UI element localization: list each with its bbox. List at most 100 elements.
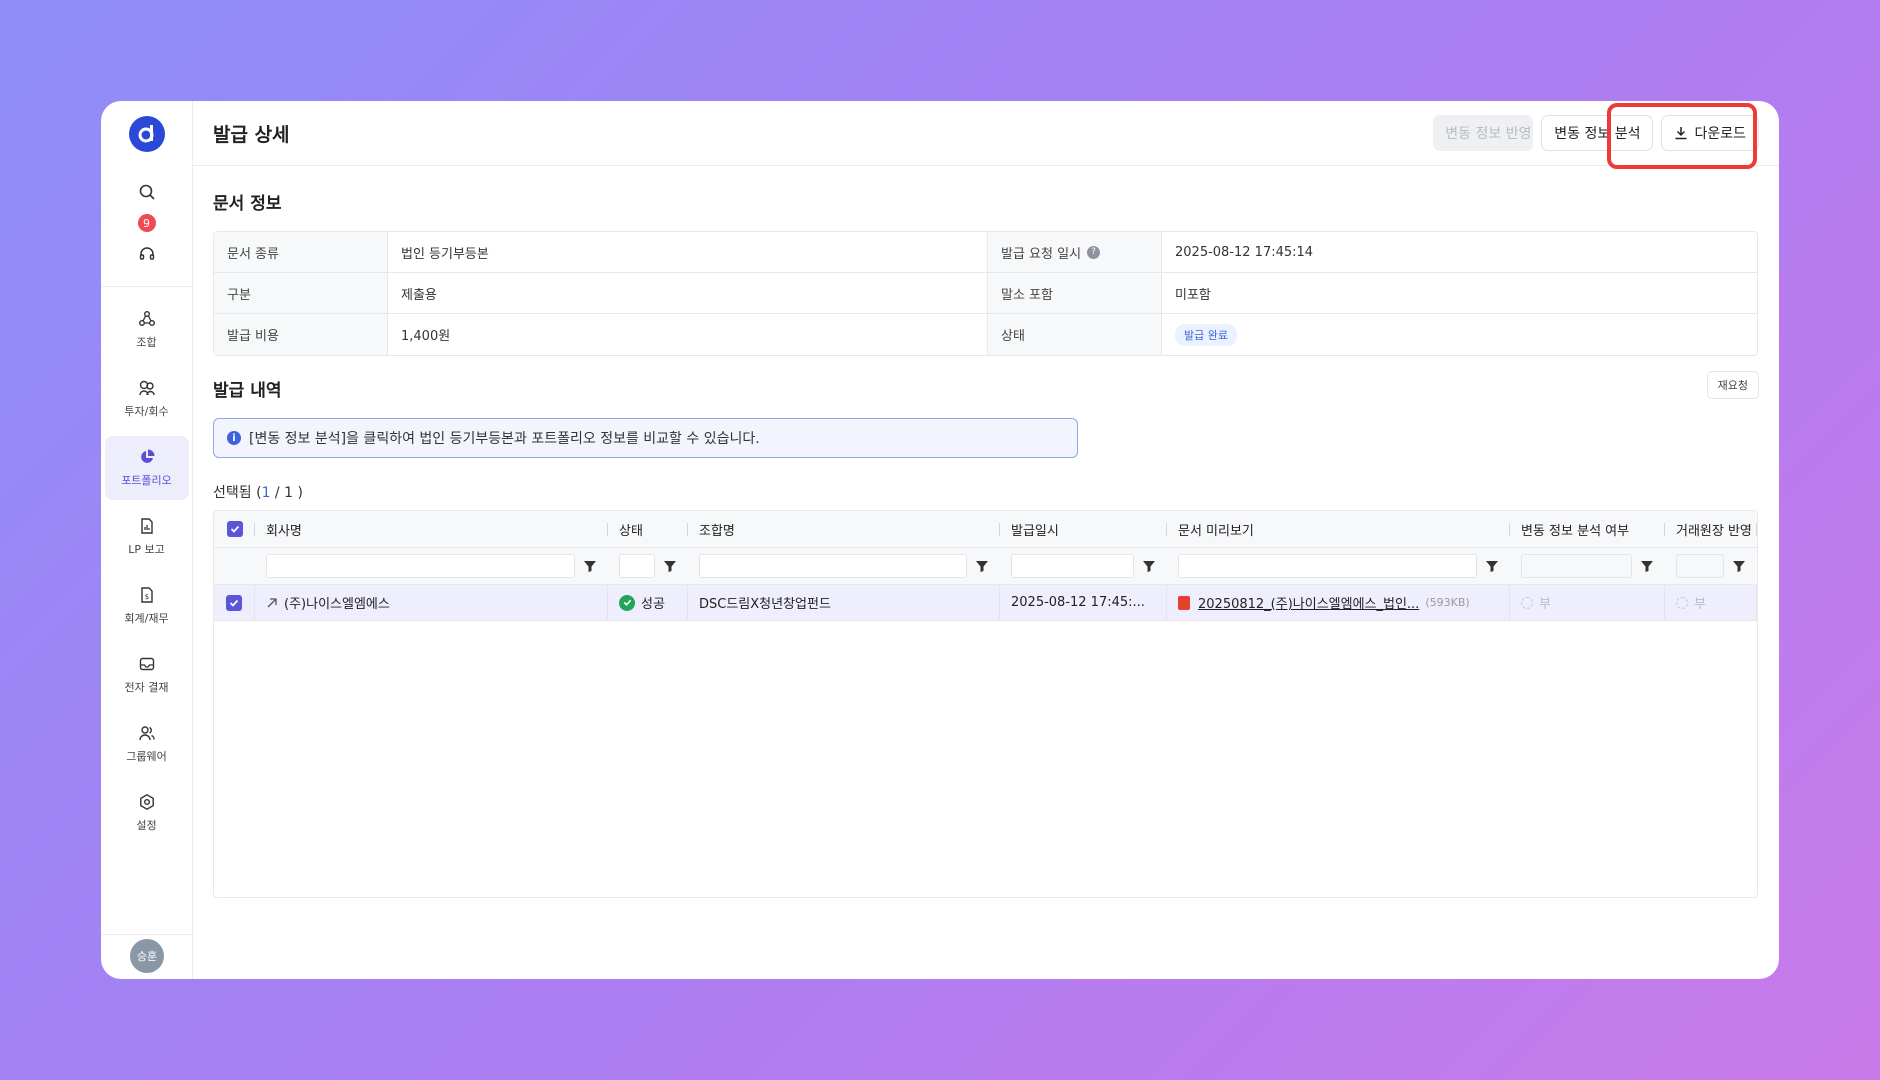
download-icon (1675, 127, 1687, 140)
reflect-changes-button[interactable]: 변동 정보 반영 (1433, 115, 1534, 151)
people-icon (138, 726, 155, 741)
sidebar-item-groupware[interactable]: 그룹웨어 (105, 712, 189, 776)
filter-icon[interactable] (975, 559, 989, 573)
file-size: (593KB) (1425, 596, 1470, 609)
column-header[interactable]: 변동 정보 분석 여부 (1510, 511, 1665, 547)
sidebar-item-label: LP 보고 (128, 543, 165, 556)
pie-chart-icon (140, 449, 154, 463)
filter-cell (1665, 548, 1757, 584)
help-icon[interactable]: ? (1087, 245, 1101, 259)
column-header[interactable]: 거래원장 반영 여부 (1665, 511, 1757, 547)
filter-input[interactable] (266, 554, 575, 578)
doc-info-title: 문서 정보 (213, 194, 282, 214)
inbox-icon (139, 657, 154, 671)
sidebar-item-settings[interactable]: 설정 (105, 781, 189, 845)
analyzed-cell: 부 (1510, 585, 1665, 620)
main-content: 발급 상세 변동 정보 반영 변동 정보 분석 다운로드 문서 정보 문서 종류… (193, 101, 1779, 979)
column-header[interactable]: 조합명 (688, 511, 1000, 547)
filter-icon[interactable] (663, 559, 677, 573)
check-icon (229, 599, 239, 607)
reissue-button[interactable]: 재요청 (1706, 371, 1759, 399)
info-label: 발급 비용 (214, 314, 388, 355)
analyze-changes-button[interactable]: 변동 정보 분석 (1541, 115, 1654, 151)
grid-header-row: 회사명 상태 조합명 발급일시 문서 미리보기 변동 정보 분석 여부 거래원장… (214, 511, 1757, 548)
download-button[interactable]: 다운로드 (1661, 115, 1759, 151)
reflected-value: 부 (1694, 597, 1706, 612)
filter-icon[interactable] (1732, 559, 1746, 573)
company-cell: (주)나이스엘엠에스 (255, 585, 608, 620)
status-badge: 발급 완료 (1175, 323, 1237, 346)
analyzed-value: 부 (1539, 597, 1551, 612)
sidebar-item-label: 투자/회수 (124, 405, 169, 418)
filter-cell (688, 548, 1000, 584)
column-header[interactable]: 상태 (608, 511, 688, 547)
filter-input[interactable] (1178, 554, 1477, 578)
file-link[interactable]: 20250812_(주)나이스엘엠에스_법인... (1198, 593, 1419, 612)
sidebar-item-label: 포트폴리오 (121, 474, 172, 487)
external-link-icon[interactable] (266, 597, 278, 609)
sidebar-item-label: 회계/재무 (124, 612, 169, 625)
filter-cell (1510, 548, 1665, 584)
info-label: 발급 요청 일시 ? (988, 232, 1162, 272)
search-icon[interactable] (127, 174, 167, 210)
filter-icon[interactable] (583, 559, 597, 573)
info-notice: i [변동 정보 분석]을 클릭하여 법인 등기부등본과 포트폴리오 정보를 비… (213, 418, 1078, 458)
file-cell: 20250812_(주)나이스엘엠에스_법인... (593KB) (1167, 585, 1510, 620)
filter-cell (255, 548, 608, 584)
sidebar-item-label: 그룹웨어 (126, 750, 167, 763)
sidebar-item-lp-report[interactable]: LP 보고 (105, 505, 189, 569)
select-all-cell (214, 511, 255, 547)
filter-icon[interactable] (1640, 559, 1654, 573)
avatar[interactable]: 승훈 (130, 939, 164, 973)
info-label: 말소 포함 (988, 273, 1162, 313)
sidebar-item-invest[interactable]: 투자/회수 (105, 367, 189, 431)
filter-input[interactable] (619, 554, 655, 578)
selected-sep: / (270, 485, 285, 501)
filter-input[interactable] (1011, 554, 1134, 578)
info-label: 상태 (988, 314, 1162, 355)
table-row[interactable]: (주)나이스엘엠에스 성공 DSC드림X청년창업펀드 2025-08-12 17… (214, 585, 1757, 621)
info-value: 1,400원 (388, 314, 988, 355)
filter-input[interactable] (1521, 554, 1632, 578)
pending-icon (1676, 596, 1688, 609)
info-value: 2025-08-12 17:45:14 (1175, 244, 1314, 260)
column-header[interactable]: 발급일시 (1000, 511, 1167, 547)
status-cell: 성공 (608, 585, 688, 620)
fund-cell: DSC드림X청년창업펀드 (688, 585, 1000, 620)
sidebar-divider (101, 934, 193, 935)
pdf-icon (1178, 595, 1190, 610)
row-checkbox[interactable] (226, 594, 242, 611)
row-select-cell (214, 585, 255, 620)
sidebar-item-label: 설정 (136, 819, 157, 832)
filter-icon[interactable] (1142, 559, 1156, 573)
sidebar-item-portfolio[interactable]: 포트폴리오 (104, 436, 189, 500)
filter-input[interactable] (1676, 554, 1724, 578)
column-header[interactable]: 회사명 (255, 511, 608, 547)
app-window: 9 조합 투자/회수 포트폴리오 LP 보고 $ 회계/재무 전자 결재 그룹웨… (101, 101, 1779, 979)
report-icon (140, 518, 153, 534)
info-row: 발급 비용 1,400원 상태 발급 완료 (214, 314, 1757, 355)
history-title: 발급 내역 (213, 381, 282, 401)
date-cell: 2025-08-12 17:45:... (1000, 585, 1167, 620)
sidebar-item-label: 전자 결재 (124, 681, 169, 694)
column-header[interactable]: 문서 미리보기 (1167, 511, 1510, 547)
sidebar-item-label: 조합 (136, 336, 157, 349)
sidebar-item-finance[interactable]: $ 회계/재무 (105, 574, 189, 638)
info-value: 발급 완료 (1162, 314, 1757, 355)
filter-input[interactable] (699, 554, 967, 578)
headset-icon[interactable] (127, 236, 167, 272)
network-icon (138, 311, 155, 326)
info-row: 구분 제출용 말소 포함 미포함 (214, 273, 1757, 314)
info-row: 문서 종류 법인 등기부등본 발급 요청 일시 ? 2025-08-12 17:… (214, 232, 1757, 273)
filter-icon[interactable] (1485, 559, 1499, 573)
logo[interactable] (128, 116, 165, 152)
invest-icon (138, 380, 155, 396)
status-text: 성공 (641, 597, 665, 612)
sidebar-item-fund[interactable]: 조합 (105, 298, 189, 362)
gear-icon (139, 793, 154, 811)
svg-text:$: $ (144, 593, 148, 601)
selected-suffix: ) (293, 485, 303, 501)
select-all-checkbox[interactable] (226, 521, 243, 537)
sidebar-item-approval[interactable]: 전자 결재 (105, 643, 189, 707)
notification-badge[interactable]: 9 (137, 214, 156, 232)
